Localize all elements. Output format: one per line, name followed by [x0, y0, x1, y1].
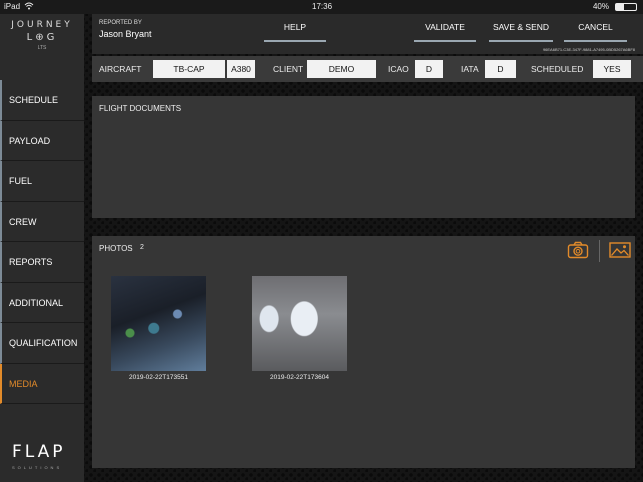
toolbar-divider — [599, 240, 600, 262]
sidebar-item-schedule[interactable]: SCHEDULE — [0, 80, 84, 121]
scheduled-value[interactable]: YES — [593, 60, 631, 78]
photo-caption: 2019-02-22T173551 — [129, 374, 188, 381]
aircraft-label: AIRCRAFT — [99, 64, 142, 74]
status-bar: iPad 17:36 40% — [0, 0, 643, 14]
validate-button[interactable]: VALIDATE — [414, 22, 476, 42]
reporter: REPORTED BY Jason Bryant — [99, 20, 152, 39]
aircraft-registration[interactable]: TB-CAP — [153, 60, 225, 78]
photo-caption: 2019-02-22T173604 — [270, 374, 329, 381]
aircraft-type[interactable]: A380 — [227, 60, 255, 78]
iata-value[interactable]: D — [485, 60, 516, 78]
sidebar-item-additional[interactable]: ADDITIONAL — [0, 282, 84, 323]
sidebar-item-payload[interactable]: PAYLOAD — [0, 120, 84, 161]
photos-panel: PHOTOS 2 2019-02-22T173551 2019-02-22T17… — [92, 236, 635, 468]
gallery-icon[interactable] — [609, 242, 631, 258]
clock: 17:36 — [312, 2, 333, 11]
icao-label: ICAO — [388, 64, 409, 74]
client-label: CLIENT — [273, 64, 304, 74]
sidebar-item-fuel[interactable]: FUEL — [0, 161, 84, 202]
reported-by-label: REPORTED BY — [99, 20, 142, 26]
wifi-icon — [24, 2, 34, 12]
sidebar-item-reports[interactable]: REPORTS — [0, 242, 84, 283]
battery-percent: 40% — [592, 2, 609, 11]
device-label: iPad — [4, 2, 21, 11]
cancel-button[interactable]: CANCEL — [564, 22, 627, 42]
sidebar: JOURNEY L⊕G LTS SCHEDULE PAYLOAD FUEL CR… — [0, 14, 84, 482]
photos-title: PHOTOS — [99, 244, 133, 253]
header: REPORTED BY Jason Bryant HELP VALIDATE S… — [92, 14, 643, 54]
sidebar-item-media[interactable]: MEDIA — [0, 363, 84, 404]
iata-label: IATA — [461, 64, 479, 74]
icao-value[interactable]: D — [415, 60, 443, 78]
sidebar-menu: SCHEDULE PAYLOAD FUEL CREW REPORTS ADDIT… — [0, 80, 84, 404]
sidebar-item-crew[interactable]: CREW — [0, 201, 84, 242]
scheduled-label: SCHEDULED — [531, 64, 584, 74]
flight-documents-panel: FLIGHT DOCUMENTS — [92, 96, 635, 218]
document-id: 96EA6B71-C3E-347F-9881-A7495-0BD5267A6BF… — [542, 47, 635, 52]
journey-log-logo: JOURNEY L⊕G LTS — [11, 20, 73, 51]
flap-logo-sub: SOLUTIONS — [12, 465, 63, 470]
flight-info-bar: AIRCRAFT TB-CAP A380 CLIENT DEMO ICAO D … — [92, 56, 643, 82]
battery-icon — [615, 3, 637, 11]
sidebar-item-qualification[interactable]: QUALIFICATION — [0, 323, 84, 364]
photos-count: 2 — [140, 244, 144, 251]
client-value[interactable]: DEMO — [307, 60, 376, 78]
photo-thumbnail[interactable] — [111, 276, 206, 371]
camera-icon[interactable] — [567, 241, 589, 259]
flight-documents-title: FLIGHT DOCUMENTS — [99, 104, 182, 113]
reporter-name: Jason Bryant — [99, 29, 152, 39]
flap-logo: FLAP — [12, 442, 66, 462]
help-button[interactable]: HELP — [264, 22, 326, 42]
save-send-button[interactable]: SAVE & SEND — [489, 22, 553, 42]
photo-thumbnail[interactable] — [252, 276, 347, 371]
